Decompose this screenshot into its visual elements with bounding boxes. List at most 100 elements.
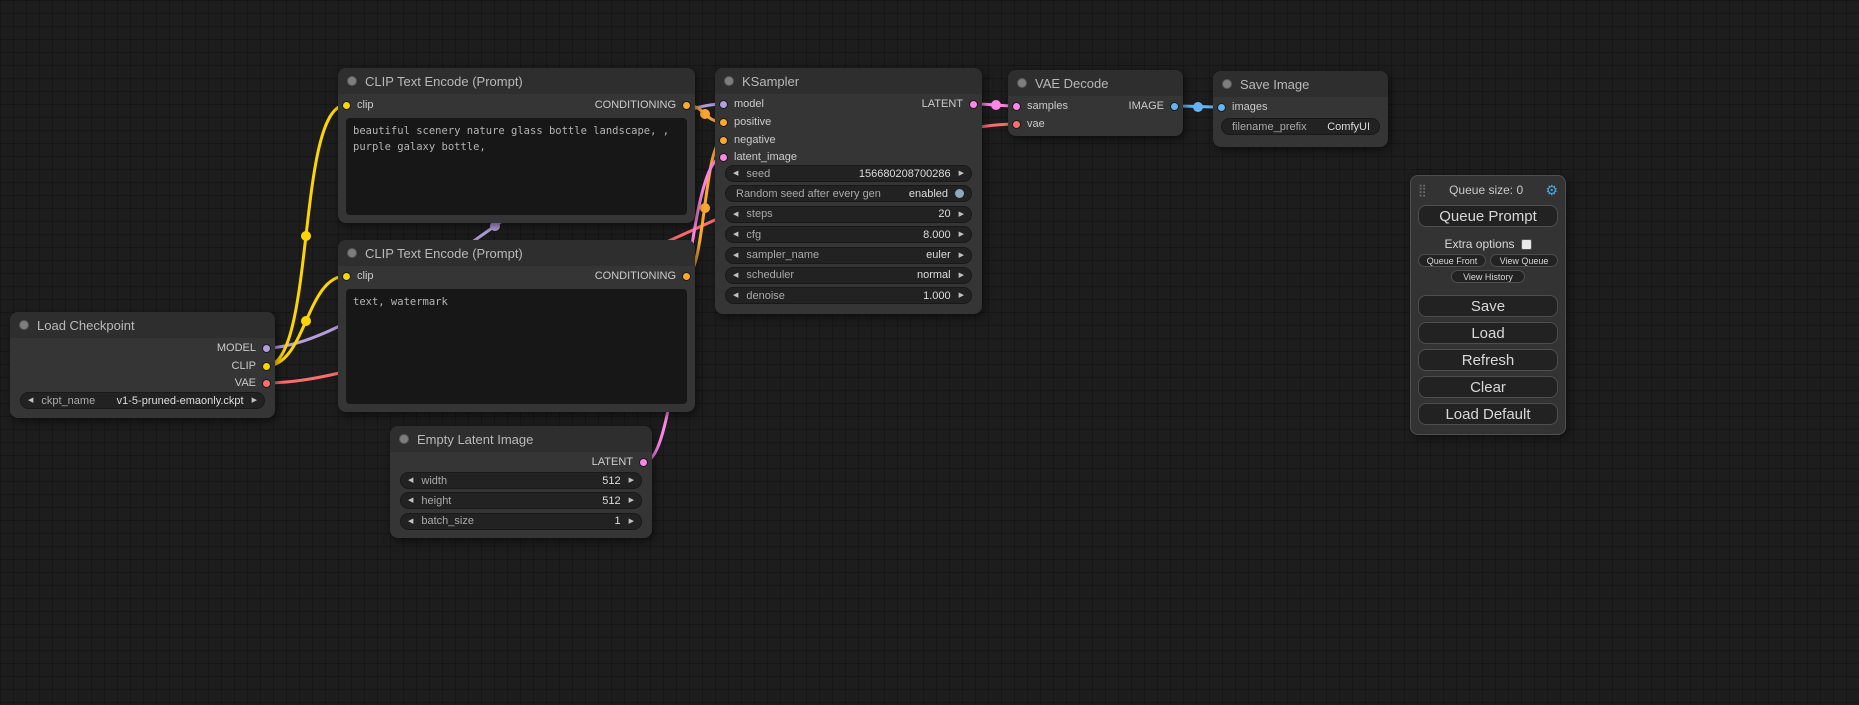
negative-input-slot[interactable] — [719, 136, 728, 145]
decrement-icon[interactable]: ◀ — [733, 252, 738, 259]
node-vae-decode[interactable]: VAE Decode samples IMAGE vae — [1008, 70, 1183, 136]
decrement-icon[interactable]: ◀ — [733, 272, 738, 279]
seed-control-toggle-dot[interactable] — [955, 189, 964, 198]
decrement-icon[interactable]: ◀ — [408, 497, 413, 504]
wire-midpoint-negative — [700, 203, 710, 213]
node-title-bar[interactable]: Load Checkpoint — [10, 312, 275, 338]
queue-front-button[interactable]: Queue Front — [1418, 254, 1486, 267]
widget-seed-control[interactable]: Random seed after every gen enabled — [725, 185, 972, 202]
clip-input-slot[interactable] — [342, 272, 351, 281]
negative-prompt-textarea[interactable]: text, watermark — [346, 289, 687, 404]
positive-input-slot[interactable] — [719, 118, 728, 127]
collapse-dot[interactable] — [347, 248, 357, 258]
node-clip-text-encode-negative[interactable]: CLIP Text Encode (Prompt) clip CONDITION… — [338, 240, 695, 412]
node-title-bar[interactable]: KSampler — [715, 68, 982, 94]
widget-scheduler[interactable]: ◀ scheduler normal ▶ — [725, 267, 972, 284]
widget-cfg[interactable]: ◀ cfg 8.000 ▶ — [725, 226, 972, 243]
output-label-latent: LATENT — [922, 98, 963, 110]
clip-output-slot[interactable] — [262, 362, 271, 371]
view-history-button[interactable]: View History — [1451, 270, 1525, 283]
collapse-dot[interactable] — [1222, 79, 1232, 89]
decrement-icon[interactable]: ◀ — [733, 211, 738, 218]
widget-batch-size[interactable]: ◀ batch_size 1 ▶ — [400, 513, 642, 530]
node-empty-latent-image[interactable]: Empty Latent Image LATENT ◀ width 512 ▶ … — [390, 426, 652, 538]
drag-handle-icon[interactable]: ⣿ — [1418, 183, 1427, 197]
vae-output-slot[interactable] — [262, 379, 271, 388]
settings-gear-icon[interactable]: ⚙ — [1545, 182, 1558, 199]
widget-seed[interactable]: ◀ seed 156680208700286 ▶ — [725, 165, 972, 182]
decrement-icon[interactable]: ◀ — [733, 170, 738, 177]
input-label-model: model — [734, 98, 764, 110]
node-load-checkpoint[interactable]: Load Checkpoint MODEL CLIP VAE ◀ ckpt_na… — [10, 312, 275, 418]
widget-value: 1 — [614, 515, 620, 527]
increment-icon[interactable]: ▶ — [959, 252, 964, 259]
increment-icon[interactable]: ▶ — [629, 497, 634, 504]
load-button[interactable]: Load — [1418, 322, 1558, 344]
decrement-icon[interactable]: ◀ — [408, 518, 413, 525]
collapse-dot[interactable] — [347, 76, 357, 86]
conditioning-output-slot[interactable] — [682, 101, 691, 110]
refresh-button[interactable]: Refresh — [1418, 349, 1558, 371]
latent-image-input-slot[interactable] — [719, 153, 728, 162]
input-label-clip: clip — [357, 270, 374, 282]
input-label-latent-image: latent_image — [734, 151, 797, 163]
collapse-dot[interactable] — [724, 76, 734, 86]
samples-input-slot[interactable] — [1012, 102, 1021, 111]
model-input-slot[interactable] — [719, 100, 728, 109]
latent-output-slot[interactable] — [639, 458, 648, 467]
input-label-positive: positive — [734, 116, 771, 128]
widget-sampler-name[interactable]: ◀ sampler_name euler ▶ — [725, 247, 972, 264]
load-default-button[interactable]: Load Default — [1418, 403, 1558, 425]
increment-icon[interactable]: ▶ — [252, 397, 257, 404]
positive-prompt-textarea[interactable]: beautiful scenery nature glass bottle la… — [346, 118, 687, 215]
increment-icon[interactable]: ▶ — [959, 272, 964, 279]
widget-value: 512 — [602, 495, 620, 507]
increment-icon[interactable]: ▶ — [959, 231, 964, 238]
increment-icon[interactable]: ▶ — [629, 477, 634, 484]
node-title-bar[interactable]: VAE Decode — [1008, 70, 1183, 96]
node-title-bar[interactable]: Save Image — [1213, 71, 1388, 97]
node-save-image[interactable]: Save Image images filename_prefix ComfyU… — [1213, 71, 1388, 147]
decrement-icon[interactable]: ◀ — [28, 397, 33, 404]
wire-midpoint-clip-negative — [301, 316, 311, 326]
decrement-icon[interactable]: ◀ — [733, 292, 738, 299]
queue-menu-panel: ⣿ Queue size: 0 ⚙ Queue Prompt Extra opt… — [1410, 175, 1566, 435]
widget-steps[interactable]: ◀ steps 20 ▶ — [725, 206, 972, 223]
latent-output-slot[interactable] — [969, 100, 978, 109]
save-button[interactable]: Save — [1418, 295, 1558, 317]
node-title: Empty Latent Image — [417, 432, 533, 447]
widget-ckpt-name[interactable]: ◀ ckpt_name v1-5-pruned-emaonly.ckpt ▶ — [20, 392, 265, 409]
node-title-bar[interactable]: Empty Latent Image — [390, 426, 652, 452]
decrement-icon[interactable]: ◀ — [733, 231, 738, 238]
collapse-dot[interactable] — [1017, 78, 1027, 88]
queue-prompt-button[interactable]: Queue Prompt — [1418, 205, 1558, 227]
node-clip-text-encode-positive[interactable]: CLIP Text Encode (Prompt) clip CONDITION… — [338, 68, 695, 223]
widget-width[interactable]: ◀ width 512 ▶ — [400, 472, 642, 489]
conditioning-output-slot[interactable] — [682, 272, 691, 281]
collapse-dot[interactable] — [399, 434, 409, 444]
images-input-slot[interactable] — [1217, 103, 1226, 112]
widget-height[interactable]: ◀ height 512 ▶ — [400, 492, 642, 509]
node-title: CLIP Text Encode (Prompt) — [365, 74, 523, 89]
model-output-slot[interactable] — [262, 344, 271, 353]
clear-button[interactable]: Clear — [1418, 376, 1558, 398]
extra-options-checkbox[interactable] — [1521, 239, 1532, 250]
node-ksampler[interactable]: KSampler model LATENT positive negative … — [715, 68, 982, 314]
increment-icon[interactable]: ▶ — [629, 518, 634, 525]
view-queue-button[interactable]: View Queue — [1490, 254, 1558, 267]
node-title-bar[interactable]: CLIP Text Encode (Prompt) — [338, 240, 695, 266]
image-output-slot[interactable] — [1170, 102, 1179, 111]
widget-filename-prefix[interactable]: filename_prefix ComfyUI — [1221, 118, 1380, 135]
clip-input-slot[interactable] — [342, 101, 351, 110]
decrement-icon[interactable]: ◀ — [408, 477, 413, 484]
collapse-dot[interactable] — [19, 320, 29, 330]
increment-icon[interactable]: ▶ — [959, 170, 964, 177]
output-label-model: MODEL — [217, 342, 256, 354]
widget-denoise[interactable]: ◀ denoise 1.000 ▶ — [725, 287, 972, 304]
increment-icon[interactable]: ▶ — [959, 211, 964, 218]
node-graph-canvas[interactable]: CLIP Text Encode (Prompt) clip CONDITION… — [0, 0, 1859, 705]
node-title-bar[interactable]: CLIP Text Encode (Prompt) — [338, 68, 695, 94]
vae-input-slot[interactable] — [1012, 120, 1021, 129]
increment-icon[interactable]: ▶ — [959, 292, 964, 299]
widget-value: 8.000 — [923, 229, 951, 241]
